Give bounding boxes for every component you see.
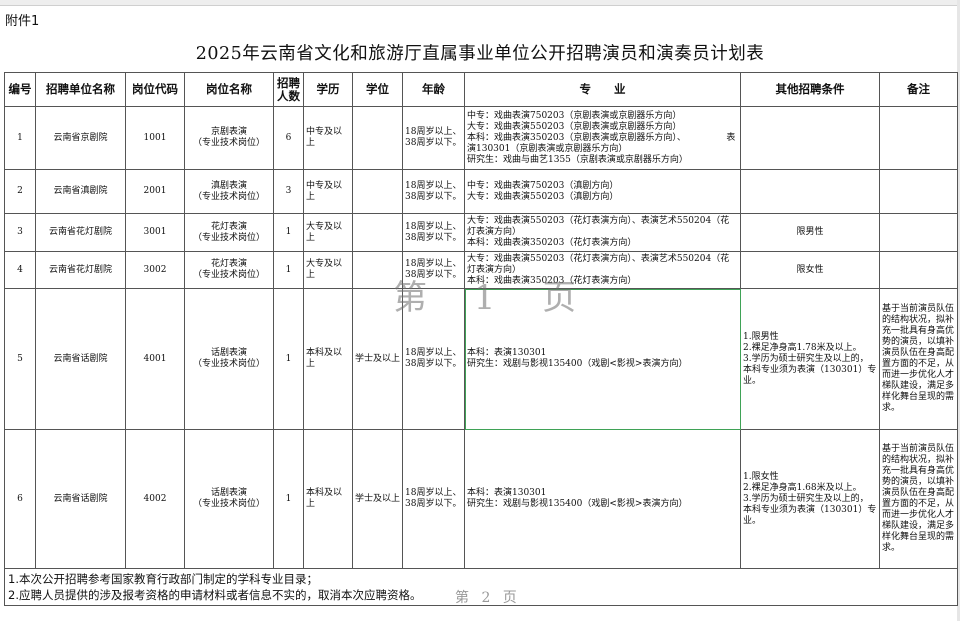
- table-row: 2 云南省滇剧院 2001 滇剧表演 （专业技术岗位） 3 中专及以上 18周岁…: [4, 169, 958, 214]
- header-major: 专 业: [464, 72, 741, 107]
- row-post: 花灯表演 （专业技术岗位）: [184, 213, 274, 252]
- row-age: 18周岁以上、 38周岁以下。: [402, 251, 465, 289]
- row-code: 1001: [125, 106, 185, 170]
- notes-row: 1.本次公开招聘参考国家教育行政部门制定的学科专业目录； 2.应聘人员提供的涉及…: [4, 568, 958, 606]
- row-unit: 云南省滇剧院: [35, 169, 126, 214]
- row-degree: [352, 106, 403, 170]
- row-edu: 大专及以上: [303, 251, 353, 289]
- row-post: 花灯表演 （专业技术岗位）: [184, 251, 274, 289]
- table-row: 1 云南省京剧院 1001 京剧表演 （专业技术岗位） 6 中专及以上 18周岁…: [4, 106, 958, 170]
- table-row: 5 云南省话剧院 4001 话剧表演 （专业技术岗位） 1 本科及以上 学士及以…: [4, 288, 958, 430]
- row-edu: 本科及以上: [303, 288, 353, 430]
- row-other: 限女性: [740, 251, 880, 289]
- header-age: 年龄: [402, 72, 465, 107]
- row-code: 4002: [125, 429, 185, 569]
- row-remark: [879, 169, 958, 214]
- row-no: 1: [4, 106, 36, 170]
- row-degree: [352, 169, 403, 214]
- row-degree: [352, 213, 403, 252]
- row-remark: [879, 106, 958, 170]
- row-code: 2001: [125, 169, 185, 214]
- row-other: 1.限男性 2.裸足净身高1.78米及以上。 3.学历为硕士研究生及以上的，本科…: [740, 288, 880, 430]
- header-code: 岗位代码: [125, 72, 185, 107]
- header-degree: 学位: [352, 72, 403, 107]
- row-count: 1: [273, 429, 304, 569]
- row-no: 6: [4, 429, 36, 569]
- row-remark: [879, 213, 958, 252]
- row-code: 3001: [125, 213, 185, 252]
- row-post: 话剧表演 （专业技术岗位）: [184, 288, 274, 430]
- row-degree: 学士及以上: [352, 288, 403, 430]
- row-major: 大专：戏曲表演550203（花灯表演方向）、表演艺术550204（花灯表演方向）…: [464, 213, 741, 252]
- row-remark: [879, 251, 958, 289]
- row-major: 中专：戏曲表演750203（滇剧方向） 大专：戏曲表演550203（滇剧方向）: [464, 169, 741, 214]
- row-no: 4: [4, 251, 36, 289]
- window-top-bar: [0, 0, 960, 6]
- notes-cell: 1.本次公开招聘参考国家教育行政部门制定的学科专业目录； 2.应聘人员提供的涉及…: [4, 568, 958, 606]
- table-row: 4 云南省花灯剧院 3002 花灯表演 （专业技术岗位） 1 大专及以上 18周…: [4, 251, 958, 289]
- row-major: 中专：戏曲表演750203（京剧表演或京剧器乐方向） 大专：戏曲表演550203…: [464, 106, 741, 170]
- header-post: 岗位名称: [184, 72, 274, 107]
- row-age: 18周岁以上、 38周岁以下。: [402, 429, 465, 569]
- row-age: 18周岁以上、 38周岁以下。: [402, 106, 465, 170]
- recruitment-plan-table: 编号 招聘单位名称 岗位代码 岗位名称 招聘 人数 学历 学位 年龄 专 业 其…: [4, 72, 958, 606]
- row-major: 本科：表演130301 研究生：戏剧与影视135400（戏剧<影视>表演方向）: [464, 429, 741, 569]
- row-count: 6: [273, 106, 304, 170]
- row-edu: 本科及以上: [303, 429, 353, 569]
- table-row: 3 云南省花灯剧院 3001 花灯表演 （专业技术岗位） 1 大专及以上 18周…: [4, 213, 958, 252]
- row-no: 3: [4, 213, 36, 252]
- row-major: 大专：戏曲表演550203（花灯表演方向）、表演艺术550204（花灯表演方向）…: [464, 251, 741, 289]
- row-unit: 云南省京剧院: [35, 106, 126, 170]
- row-other: 限男性: [740, 213, 880, 252]
- row-edu: 中专及以上: [303, 106, 353, 170]
- row-age: 18周岁以上、 38周岁以下。: [402, 213, 465, 252]
- row-code: 3002: [125, 251, 185, 289]
- row-post: 话剧表演 （专业技术岗位）: [184, 429, 274, 569]
- note-1: 1.本次公开招聘参考国家教育行政部门制定的学科专业目录；: [8, 572, 318, 586]
- row-unit: 云南省话剧院: [35, 429, 126, 569]
- row-post: 京剧表演 （专业技术岗位）: [184, 106, 274, 170]
- table-row: 6 云南省话剧院 4002 话剧表演 （专业技术岗位） 1 本科及以上 学士及以…: [4, 429, 958, 569]
- row-count: 3: [273, 169, 304, 214]
- row-major-selected-cell[interactable]: 本科：表演130301 研究生：戏剧与影视135400（戏剧<影视>表演方向）: [464, 288, 741, 430]
- table-header-row: 编号 招聘单位名称 岗位代码 岗位名称 招聘 人数 学历 学位 年龄 专 业 其…: [4, 72, 958, 107]
- row-other: [740, 106, 880, 170]
- note-2: 2.应聘人员提供的涉及报考资格的申请材料或者信息不实的，取消本次应聘资格。: [8, 588, 422, 602]
- header-count: 招聘 人数: [273, 72, 304, 107]
- row-age: 18周岁以上、 38周岁以下。: [402, 288, 465, 430]
- row-post: 滇剧表演 （专业技术岗位）: [184, 169, 274, 214]
- row-count: 1: [273, 251, 304, 289]
- row-degree: [352, 251, 403, 289]
- row-edu: 中专及以上: [303, 169, 353, 214]
- row-unit: 云南省话剧院: [35, 288, 126, 430]
- row-unit: 云南省花灯剧院: [35, 213, 126, 252]
- row-no: 5: [4, 288, 36, 430]
- row-remark: 基于当前演员队伍的结构状况，拟补充一批具有身高优势的演员，以填补演员队伍在身高配…: [879, 429, 958, 569]
- header-no: 编号: [4, 72, 36, 107]
- page-title: 2025年云南省文化和旅游厅直属事业单位公开招聘演员和演奏员计划表: [195, 44, 765, 64]
- row-other: [740, 169, 880, 214]
- row-count: 1: [273, 288, 304, 430]
- row-remark: 基于当前演员队伍的结构状况，拟补充一批具有身高优势的演员，以填补演员队伍在身高配…: [879, 288, 958, 430]
- row-degree: 学士及以上: [352, 429, 403, 569]
- row-count: 1: [273, 213, 304, 252]
- row-age: 18周岁以上、 38周岁以下。: [402, 169, 465, 214]
- row-unit: 云南省花灯剧院: [35, 251, 126, 289]
- header-unit: 招聘单位名称: [35, 72, 126, 107]
- row-code: 4001: [125, 288, 185, 430]
- header-edu: 学历: [303, 72, 353, 107]
- header-remark: 备注: [879, 72, 958, 107]
- row-edu: 大专及以上: [303, 213, 353, 252]
- attachment-label: 附件1: [5, 14, 40, 29]
- row-no: 2: [4, 169, 36, 214]
- header-other: 其他招聘条件: [740, 72, 880, 107]
- row-other: 1.限女性 2.裸足净身高1.68米及以上。 3.学历为硕士研究生及以上的，本科…: [740, 429, 880, 569]
